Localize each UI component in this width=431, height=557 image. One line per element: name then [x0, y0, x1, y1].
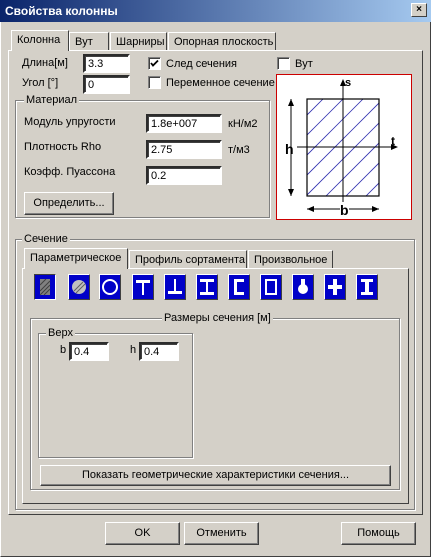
shape-i-section-button[interactable] [356, 274, 378, 300]
box-icon [265, 279, 277, 295]
tab-support-plane[interactable]: Опорная плоскость [168, 32, 276, 51]
shape-t-section-button[interactable] [132, 274, 154, 300]
modulus-unit: кН/м2 [228, 118, 258, 130]
close-icon: × [416, 4, 422, 15]
i-beam-icon [200, 279, 214, 295]
cross-icon [328, 279, 342, 295]
length-input[interactable]: 3.3 [83, 54, 130, 73]
angle-label: Угол [°] [22, 77, 59, 89]
ok-button[interactable]: OK [105, 522, 180, 545]
shape-rectangle-button[interactable] [34, 274, 56, 300]
variable-section-label: Переменное сечение [166, 77, 275, 89]
b-size-label: b [60, 344, 67, 356]
circle-icon [72, 280, 86, 294]
h-size-label: h [130, 344, 137, 356]
variable-section-checkbox[interactable] [148, 76, 161, 89]
help-button[interactable]: Помощь [341, 522, 416, 545]
t-section-icon [136, 280, 150, 295]
shape-inverted-t-button[interactable] [164, 274, 186, 300]
length-label: Длина[м] [22, 57, 68, 69]
tab-haunch[interactable]: Вут [69, 32, 109, 51]
shape-channel-button[interactable] [228, 274, 250, 300]
tab-arbitrary-label: Произвольное [254, 254, 328, 266]
ring-icon [102, 279, 118, 295]
s-axis-label: s [345, 77, 352, 89]
tab-parametric-label: Параметрическое [30, 252, 122, 264]
tab-column[interactable]: Колонна [11, 30, 69, 51]
inverted-t-icon [168, 279, 182, 294]
angle-input[interactable]: 0 [83, 75, 130, 94]
tab-column-label: Колонна [17, 34, 61, 46]
modulus-input[interactable]: 1.8e+007 [146, 114, 222, 133]
tab-profile-catalog[interactable]: Профиль сортамента [129, 250, 247, 269]
h-dimension-label: h [285, 141, 294, 157]
section-sizes-title: Размеры сечения [м] [162, 312, 273, 324]
cancel-button[interactable]: Отменить [184, 522, 259, 545]
section-group-title: Сечение [22, 233, 70, 245]
shape-i-beam-button[interactable] [196, 274, 218, 300]
tab-hinges-label: Шарниры [116, 36, 165, 48]
top-group-title: Верх [46, 327, 75, 339]
density-label: Плотность Rho [24, 141, 102, 153]
shape-ring-button[interactable] [99, 274, 121, 300]
window-title: Свойства колонны [5, 4, 118, 18]
show-geometry-button[interactable]: Показать геометрические характеристики с… [40, 465, 391, 486]
check-icon [150, 59, 159, 67]
rectangle-icon [39, 278, 51, 296]
poisson-input[interactable]: 0.2 [146, 166, 222, 185]
section-preview: s t h b [276, 74, 412, 220]
haunch-checkbox[interactable] [277, 57, 290, 70]
shape-circle-button[interactable] [68, 274, 90, 300]
b-size-input[interactable]: 0.4 [69, 342, 109, 361]
modulus-label: Модуль упругости [24, 116, 116, 128]
haunch-label: Вут [295, 58, 313, 70]
h-size-input[interactable]: 0.4 [139, 342, 179, 361]
cross-circle-icon [298, 279, 308, 294]
tab-arbitrary[interactable]: Произвольное [248, 250, 333, 269]
title-bar: Свойства колонны [0, 0, 431, 22]
i-section-icon [361, 279, 373, 295]
tab-parametric[interactable]: Параметрическое [24, 248, 128, 269]
tab-profile-catalog-label: Профиль сортамента [135, 254, 245, 266]
trace-checkbox[interactable] [148, 57, 161, 70]
channel-icon [234, 279, 244, 295]
material-group-title: Материал [24, 94, 79, 106]
shape-box-button[interactable] [260, 274, 282, 300]
density-input[interactable]: 2.75 [146, 140, 222, 159]
trace-label: След сечения [166, 58, 237, 70]
shape-cross-circle-button[interactable] [292, 274, 314, 300]
close-button[interactable]: × [411, 3, 427, 17]
tab-support-plane-label: Опорная плоскость [174, 36, 274, 48]
density-unit: т/м3 [228, 144, 250, 156]
poisson-label: Коэфф. Пуассона [24, 166, 116, 178]
shape-cross-button[interactable] [324, 274, 346, 300]
tab-hinges[interactable]: Шарниры [110, 32, 167, 51]
define-material-button[interactable]: Определить... [24, 192, 114, 215]
tab-haunch-label: Вут [75, 36, 93, 48]
t-axis-label: t [391, 134, 395, 148]
b-dimension-label: b [340, 202, 349, 218]
